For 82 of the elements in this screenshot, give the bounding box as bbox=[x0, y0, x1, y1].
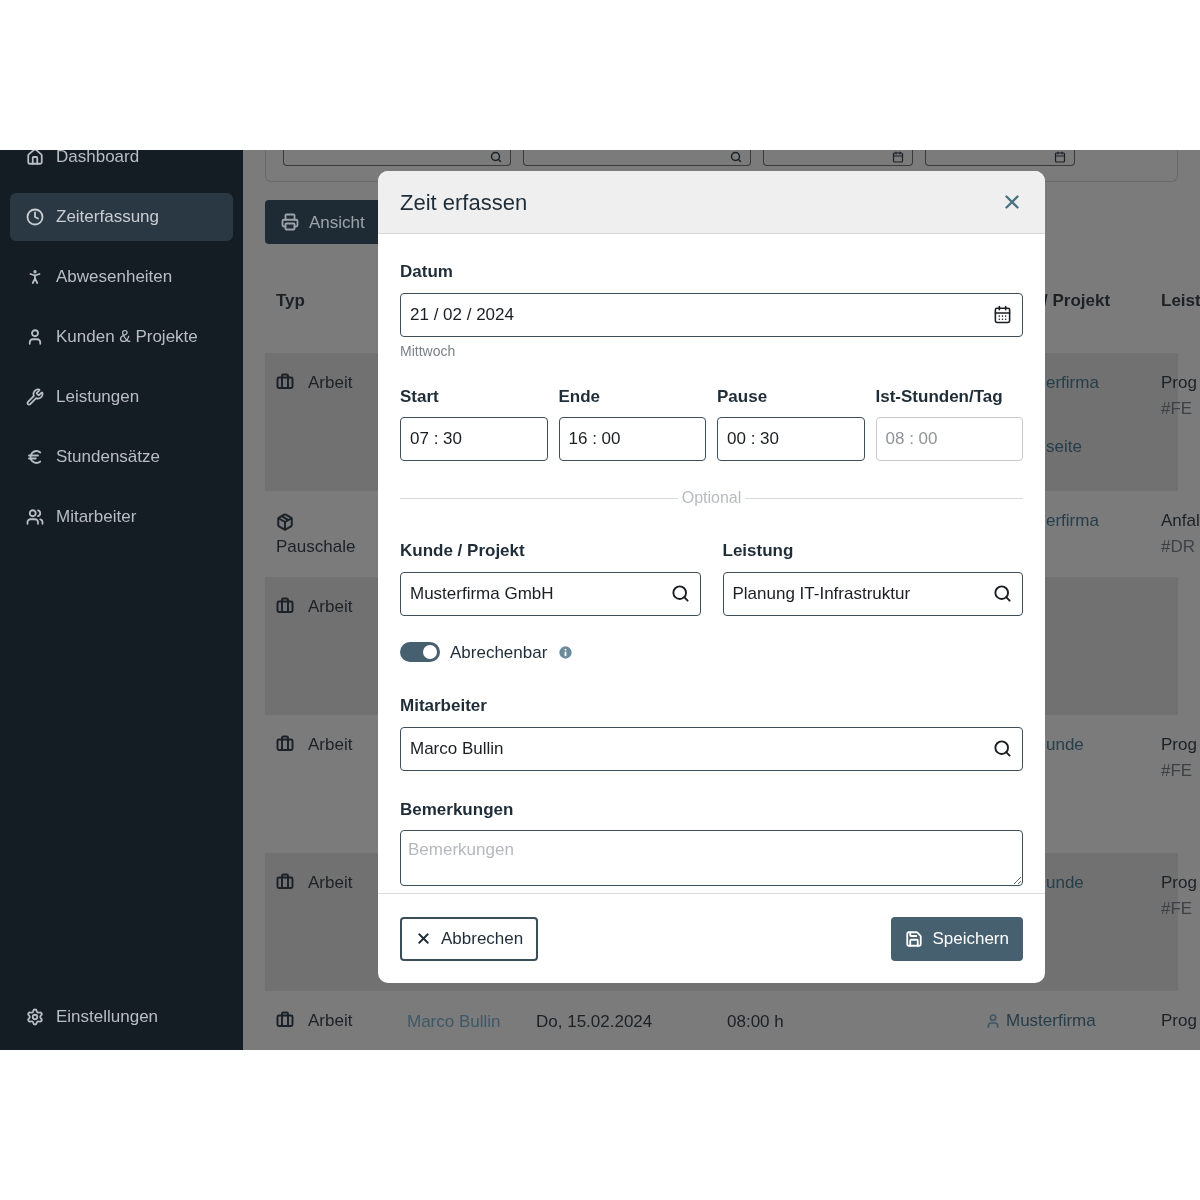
input-field[interactable]: 21 / 02 / 2024 bbox=[400, 292, 1023, 337]
input-field[interactable]: Marco Bullin bbox=[400, 726, 1023, 771]
remarks-field[interactable]: Bemerkungen bbox=[400, 830, 1023, 886]
service-code: #FE bbox=[1161, 759, 1194, 782]
duration-cell: 08:00 h bbox=[727, 1011, 784, 1031]
user-icon bbox=[985, 1012, 1001, 1029]
search-icon bbox=[993, 583, 1012, 603]
filter-field[interactable] bbox=[925, 150, 1075, 166]
field-label: Kunde / Projekt bbox=[400, 540, 526, 562]
service-name: Anfal bbox=[1161, 509, 1200, 532]
field-label: Mitarbeiter bbox=[400, 695, 488, 717]
printer-icon bbox=[281, 213, 299, 232]
dialog-title: Zeit erfassen bbox=[400, 188, 528, 217]
date-cell: Do, 15.02.2024 bbox=[536, 1011, 653, 1031]
weekday-hint: Mittwoch bbox=[400, 341, 457, 361]
sidebar-item[interactable]: Einstellungen bbox=[10, 993, 233, 1041]
settings-icon bbox=[26, 1008, 44, 1026]
column-header: Leist bbox=[1161, 290, 1200, 313]
briefcase-icon bbox=[276, 1010, 294, 1029]
filter-field[interactable] bbox=[283, 150, 511, 166]
input-field[interactable]: 16 : 00 bbox=[558, 417, 706, 461]
search-icon bbox=[993, 738, 1012, 758]
filter-field[interactable] bbox=[763, 150, 913, 166]
service-name: Prog bbox=[1161, 871, 1197, 894]
save-button[interactable]: Speichern bbox=[891, 916, 1023, 961]
sidebar-item[interactable]: Zeiterfassung bbox=[10, 193, 233, 241]
sidebar-item[interactable]: Dashboard bbox=[10, 150, 233, 181]
type-label: Arbeit bbox=[308, 595, 353, 618]
type-label: Arbeit bbox=[308, 733, 353, 756]
search-icon bbox=[670, 583, 690, 603]
home-icon bbox=[26, 150, 44, 166]
briefcase-icon bbox=[276, 596, 294, 615]
calendar-icon bbox=[993, 304, 1012, 324]
sidebar-item[interactable]: Kunden & Projekte bbox=[10, 313, 233, 361]
calendar-icon bbox=[892, 151, 904, 163]
field-label: Bemerkungen bbox=[400, 798, 515, 821]
field-label: Start bbox=[400, 385, 440, 408]
column-header: Typ bbox=[276, 290, 306, 313]
briefcase-icon bbox=[276, 872, 294, 891]
service-name: Prog bbox=[1161, 733, 1197, 756]
service-code: #FE bbox=[1161, 897, 1194, 920]
euro-icon bbox=[26, 448, 44, 466]
field-label: Ende bbox=[558, 385, 602, 408]
type-label: Arbeit bbox=[308, 1009, 353, 1032]
sidebar-item[interactable]: Mitarbeiter bbox=[10, 493, 233, 541]
type-label: Pauschale bbox=[276, 535, 356, 558]
field-label: Ist-Stunden/Tag bbox=[875, 385, 1004, 408]
toggle-switch[interactable] bbox=[400, 642, 440, 663]
type-label: Arbeit bbox=[308, 371, 353, 394]
input-field[interactable]: Planung IT-Infrastruktur bbox=[722, 571, 1023, 616]
sidebar-item[interactable]: Leistungen bbox=[10, 373, 233, 421]
user-icon bbox=[26, 328, 44, 346]
save-icon bbox=[905, 929, 924, 948]
clock-icon bbox=[26, 208, 44, 226]
field-label: Leistung bbox=[722, 540, 795, 562]
box-icon bbox=[276, 512, 294, 531]
type-label: Arbeit bbox=[308, 871, 353, 894]
divider-label: Optional bbox=[681, 488, 742, 508]
sidebar-item[interactable]: Abwesenheiten bbox=[10, 253, 233, 301]
field-label: Pause bbox=[717, 385, 769, 408]
calendar-icon bbox=[1054, 151, 1066, 163]
search-icon bbox=[490, 151, 502, 163]
info-icon bbox=[557, 643, 575, 661]
close-icon bbox=[415, 930, 432, 947]
service-name: Prog bbox=[1161, 371, 1197, 394]
cancel-button[interactable]: Abbrechen bbox=[400, 916, 539, 961]
search-icon bbox=[730, 151, 742, 163]
input-field[interactable]: 07 : 30 bbox=[400, 417, 548, 461]
input-field[interactable]: 00 : 30 bbox=[717, 417, 865, 461]
wrench-icon bbox=[26, 388, 44, 406]
input-field[interactable]: Musterfirma GmbH bbox=[400, 571, 701, 616]
field-label: Datum bbox=[400, 261, 454, 283]
users-icon bbox=[26, 508, 44, 526]
briefcase-icon bbox=[276, 734, 294, 753]
print-view-button[interactable]: Ansicht bbox=[265, 200, 381, 245]
service-code: #FE bbox=[1161, 397, 1194, 420]
toggle-label: Abrechenbar bbox=[450, 641, 548, 664]
briefcase-icon bbox=[276, 372, 294, 391]
sidebar-item[interactable]: Stundensätze bbox=[10, 433, 233, 481]
filter-field[interactable] bbox=[523, 150, 751, 166]
service-code: #DR bbox=[1161, 535, 1196, 558]
service-name: Prog bbox=[1161, 1009, 1197, 1032]
